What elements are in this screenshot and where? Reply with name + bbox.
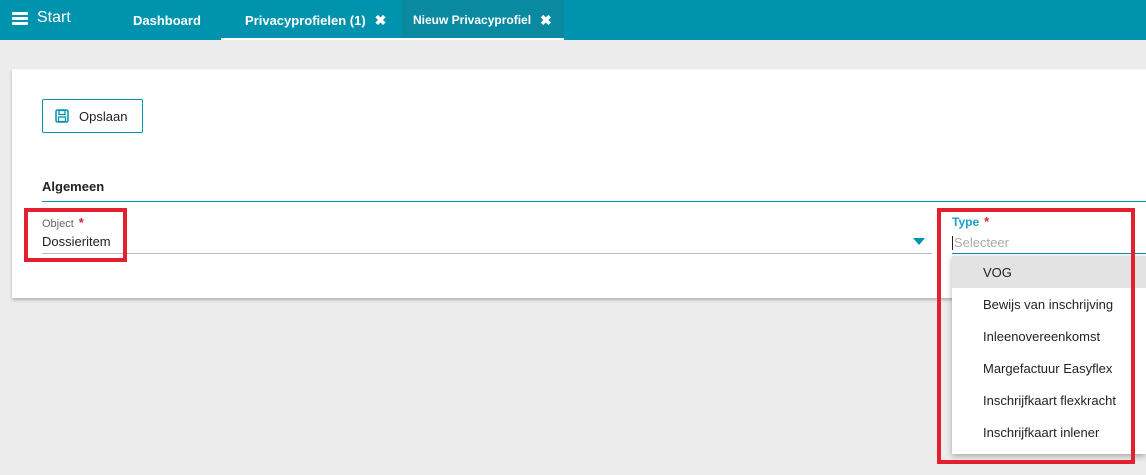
tab-privacyprofielen[interactable]: Privacyprofielen (1) ✖ bbox=[221, 0, 411, 40]
caret-down-icon[interactable] bbox=[913, 238, 925, 245]
dropdown-option-inschrijfkaart-inlener[interactable]: Inschrijfkaart inlener bbox=[952, 416, 1146, 448]
section-title: Algemeen bbox=[42, 179, 105, 194]
close-icon[interactable]: ✖ bbox=[375, 12, 387, 29]
floppy-disk-icon bbox=[55, 109, 69, 123]
dropdown-option-margefactuur-easyflex[interactable]: Margefactuur Easyflex bbox=[952, 352, 1146, 384]
tab-nieuw-privacyprofiel[interactable]: Nieuw Privacyprofiel ✖ bbox=[402, 0, 564, 40]
hamburger-menu-icon bbox=[12, 11, 28, 25]
save-button-label: Opslaan bbox=[79, 108, 128, 124]
object-field-label: Object * bbox=[42, 215, 84, 230]
dropdown-option-inleenovereenkomst[interactable]: Inleenovereenkomst bbox=[952, 320, 1146, 352]
text-cursor bbox=[952, 235, 953, 250]
object-select-underline bbox=[42, 253, 932, 254]
tab-underline bbox=[221, 38, 411, 40]
section-divider bbox=[42, 201, 1146, 202]
required-marker: * bbox=[984, 214, 990, 229]
object-select-value[interactable]: Dossieritem bbox=[42, 234, 111, 249]
top-navigation-bar: Start Dashboard Privacyprofielen (1) ✖ N… bbox=[0, 0, 1146, 40]
save-button[interactable]: Opslaan bbox=[42, 99, 143, 133]
close-icon[interactable]: ✖ bbox=[540, 12, 552, 29]
type-select-input[interactable]: Selecteer bbox=[952, 232, 1146, 254]
type-label-text: Type bbox=[952, 215, 980, 229]
type-placeholder: Selecteer bbox=[954, 235, 1009, 250]
type-dropdown-list: VOG Bewijs van inschrijving Inleenoveree… bbox=[952, 256, 1146, 454]
dropdown-option-bewijs-van-inschrijving[interactable]: Bewijs van inschrijving bbox=[952, 288, 1146, 320]
object-label-text: Object bbox=[42, 218, 74, 230]
dropdown-option-vog[interactable]: VOG bbox=[952, 256, 1146, 288]
dropdown-option-inschrijfkaart-flexkracht[interactable]: Inschrijfkaart flexkracht bbox=[952, 384, 1146, 416]
tab-label: Dashboard bbox=[133, 12, 201, 28]
tab-underline bbox=[402, 38, 564, 40]
start-menu-button[interactable]: Start bbox=[12, 0, 71, 36]
tab-dashboard[interactable]: Dashboard bbox=[133, 0, 201, 40]
required-marker: * bbox=[78, 215, 84, 230]
type-field-label: Type * bbox=[952, 214, 989, 229]
tab-label: Privacyprofielen (1) bbox=[245, 12, 366, 28]
start-label: Start bbox=[37, 9, 71, 26]
tab-label: Nieuw Privacyprofiel bbox=[413, 13, 532, 27]
